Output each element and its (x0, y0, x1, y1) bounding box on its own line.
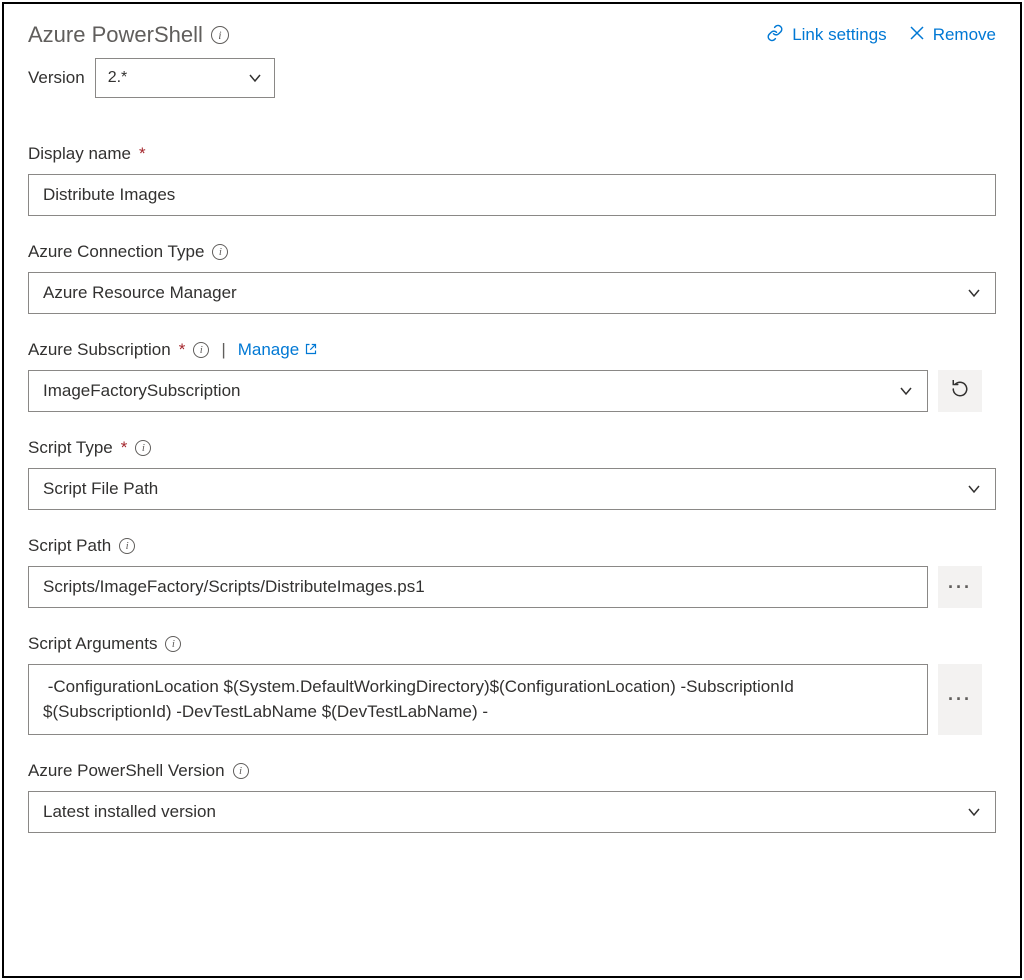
required-asterisk: * (179, 340, 186, 360)
info-icon[interactable]: i (193, 342, 209, 358)
chevron-down-icon (967, 286, 981, 300)
chevron-down-icon (967, 482, 981, 496)
subscription-label-text: Azure Subscription (28, 340, 171, 360)
manage-link[interactable]: Manage (238, 340, 317, 360)
external-link-icon (305, 340, 317, 360)
script-args-label: Script Arguments i (28, 634, 996, 654)
close-icon (909, 25, 925, 46)
required-asterisk: * (139, 144, 146, 164)
info-icon[interactable]: i (212, 244, 228, 260)
script-args-label-text: Script Arguments (28, 634, 157, 654)
chevron-down-icon (248, 71, 262, 85)
task-title-text: Azure PowerShell (28, 22, 203, 48)
link-settings-button[interactable]: Link settings (766, 24, 887, 47)
display-name-field: Display name * (28, 144, 996, 216)
script-type-select[interactable]: Script File Path (28, 468, 996, 510)
header-actions: Link settings Remove (766, 24, 996, 47)
task-title: Azure PowerShell i (28, 22, 229, 48)
remove-label: Remove (933, 25, 996, 45)
script-type-value: Script File Path (43, 479, 158, 499)
script-args-field: Script Arguments i ··· (28, 634, 996, 735)
browse-script-args-button[interactable]: ··· (938, 664, 982, 735)
connection-type-label-text: Azure Connection Type (28, 242, 204, 262)
script-path-input[interactable] (28, 566, 928, 608)
script-type-field: Script Type * i Script File Path (28, 438, 996, 510)
refresh-button[interactable] (938, 370, 982, 412)
manage-link-text: Manage (238, 340, 299, 360)
display-name-input[interactable] (28, 174, 996, 216)
connection-type-value: Azure Resource Manager (43, 283, 237, 303)
subscription-label: Azure Subscription * i | Manage (28, 340, 996, 360)
script-path-input-row: ··· (28, 566, 996, 608)
subscription-field: Azure Subscription * i | Manage ImageFac… (28, 340, 996, 412)
script-path-field: Script Path i ··· (28, 536, 996, 608)
info-icon[interactable]: i (135, 440, 151, 456)
ps-version-field: Azure PowerShell Version i Latest instal… (28, 761, 996, 833)
version-select[interactable]: 2.* (95, 58, 275, 98)
required-asterisk: * (121, 438, 128, 458)
info-icon[interactable]: i (165, 636, 181, 652)
connection-type-select[interactable]: Azure Resource Manager (28, 272, 996, 314)
info-icon[interactable]: i (119, 538, 135, 554)
ellipsis-icon: ··· (948, 689, 972, 710)
ps-version-value: Latest installed version (43, 802, 216, 822)
script-type-label-text: Script Type (28, 438, 113, 458)
script-path-label-text: Script Path (28, 536, 111, 556)
subscription-value: ImageFactorySubscription (43, 381, 240, 401)
task-settings-panel: Azure PowerShell i Link settings (2, 2, 1022, 978)
version-label: Version (28, 68, 85, 88)
chevron-down-icon (899, 384, 913, 398)
remove-button[interactable]: Remove (909, 24, 996, 47)
display-name-label: Display name * (28, 144, 996, 164)
ps-version-label-text: Azure PowerShell Version (28, 761, 225, 781)
ellipsis-icon: ··· (948, 577, 972, 598)
script-type-label: Script Type * i (28, 438, 996, 458)
browse-script-path-button[interactable]: ··· (938, 566, 982, 608)
info-icon[interactable]: i (211, 26, 229, 44)
connection-type-field: Azure Connection Type i Azure Resource M… (28, 242, 996, 314)
script-args-input-row: ··· (28, 664, 996, 735)
subscription-input-row: ImageFactorySubscription (28, 370, 996, 412)
subscription-select[interactable]: ImageFactorySubscription (28, 370, 928, 412)
header-row: Azure PowerShell i Link settings (28, 22, 996, 48)
refresh-icon (951, 380, 969, 403)
version-value: 2.* (108, 69, 128, 87)
script-path-label: Script Path i (28, 536, 996, 556)
display-name-label-text: Display name (28, 144, 131, 164)
link-settings-label: Link settings (792, 25, 887, 45)
ps-version-label: Azure PowerShell Version i (28, 761, 996, 781)
info-icon[interactable]: i (233, 763, 249, 779)
version-row: Version 2.* (28, 58, 996, 98)
chevron-down-icon (967, 805, 981, 819)
ps-version-select[interactable]: Latest installed version (28, 791, 996, 833)
connection-type-label: Azure Connection Type i (28, 242, 996, 262)
link-icon (766, 24, 784, 47)
separator: | (221, 340, 225, 360)
script-args-input[interactable] (28, 664, 928, 735)
